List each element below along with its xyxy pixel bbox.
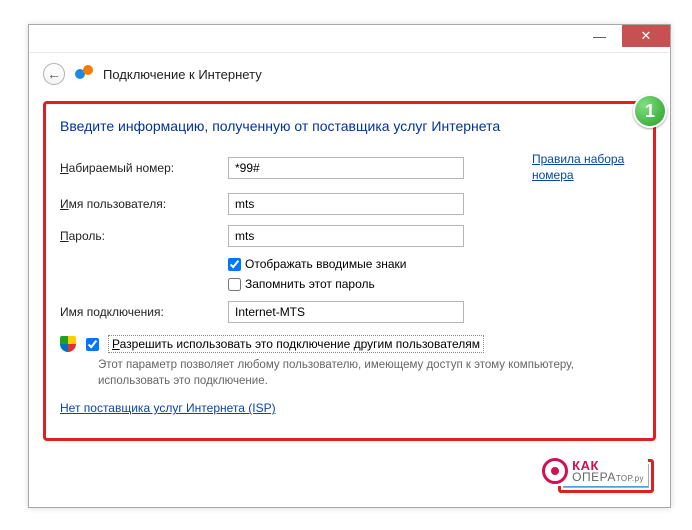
connection-name-row: Имя подключения: [60,301,639,323]
close-button[interactable]: ✕ [622,25,670,47]
show-chars-row: Отображать вводимые знаки [228,257,639,271]
connection-name-input[interactable] [228,301,464,323]
dial-number-input[interactable] [228,157,464,179]
username-input[interactable] [228,193,464,215]
header: ← Подключение к Интернету [29,53,670,91]
allow-other-users-label: Разрешить использовать это подключение д… [108,335,484,353]
watermark-text: КАК ОПЕРАТОР.ру [572,460,644,483]
show-chars-label: Отображать вводимые знаки [245,257,406,271]
allow-other-users-desc: Этот параметр позволяет любому пользоват… [98,358,639,389]
remember-row: Запомнить этот пароль [228,277,639,291]
allow-other-users-row: Разрешить использовать это подключение д… [60,335,639,354]
annotation-marker-1: 1 [633,94,667,128]
remember-password-label: Запомнить этот пароль [245,277,375,291]
remember-password-checkbox[interactable] [228,278,241,291]
watermark: КАК ОПЕРАТОР.ру [538,456,648,486]
dial-rules-link[interactable]: Правила набораномера [532,152,624,183]
back-button[interactable]: ← [43,63,65,85]
username-label: Имя пользователя: [60,197,228,211]
password-row: Пароль: [60,225,639,247]
network-icon [75,65,93,83]
password-label: Пароль: [60,229,228,243]
minimize-button[interactable]: — [577,25,622,47]
show-chars-checkbox[interactable] [228,258,241,271]
dial-number-label: Набираемый номер: [60,161,228,175]
allow-other-users-checkbox[interactable] [86,338,99,351]
titlebar: — ✕ [29,25,670,53]
form-area: 1 Введите информацию, полученную от пост… [43,101,656,441]
no-isp-link[interactable]: Нет поставщика услуг Интернета (ISP) [60,401,276,415]
connection-name-label: Имя подключения: [60,305,228,319]
password-input[interactable] [228,225,464,247]
dial-number-row: Набираемый номер: Правила набораномера [60,152,639,183]
uac-shield-icon [60,336,76,352]
watermark-icon [542,458,568,484]
instruction-text: Введите информацию, полученную от постав… [60,118,639,134]
wizard-window: — ✕ ← Подключение к Интернету 1 Введите … [28,24,671,508]
page-title: Подключение к Интернету [103,67,262,82]
username-row: Имя пользователя: [60,193,639,215]
